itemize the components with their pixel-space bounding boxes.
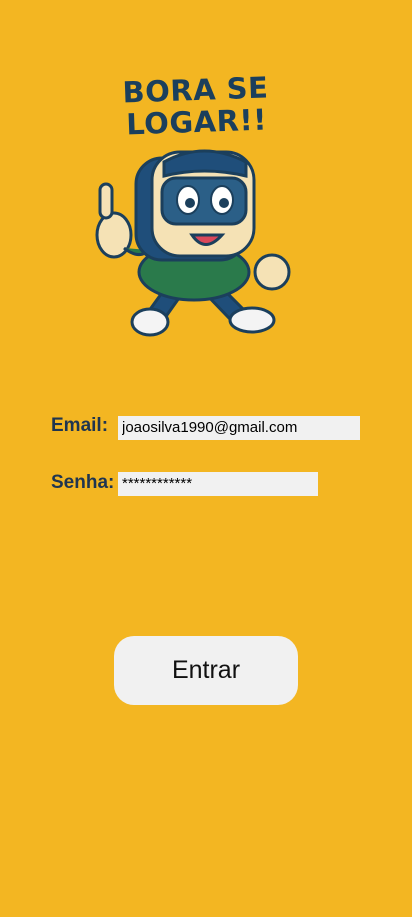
password-label: Senha: (51, 472, 115, 493)
logo-title: BORA SE LOGAR!! (0, 67, 403, 145)
password-input[interactable] (118, 472, 318, 496)
email-label: Email: (51, 415, 109, 436)
mascot-icon (95, 149, 291, 337)
email-input[interactable] (118, 416, 360, 440)
login-button[interactable]: Entrar (114, 636, 298, 705)
